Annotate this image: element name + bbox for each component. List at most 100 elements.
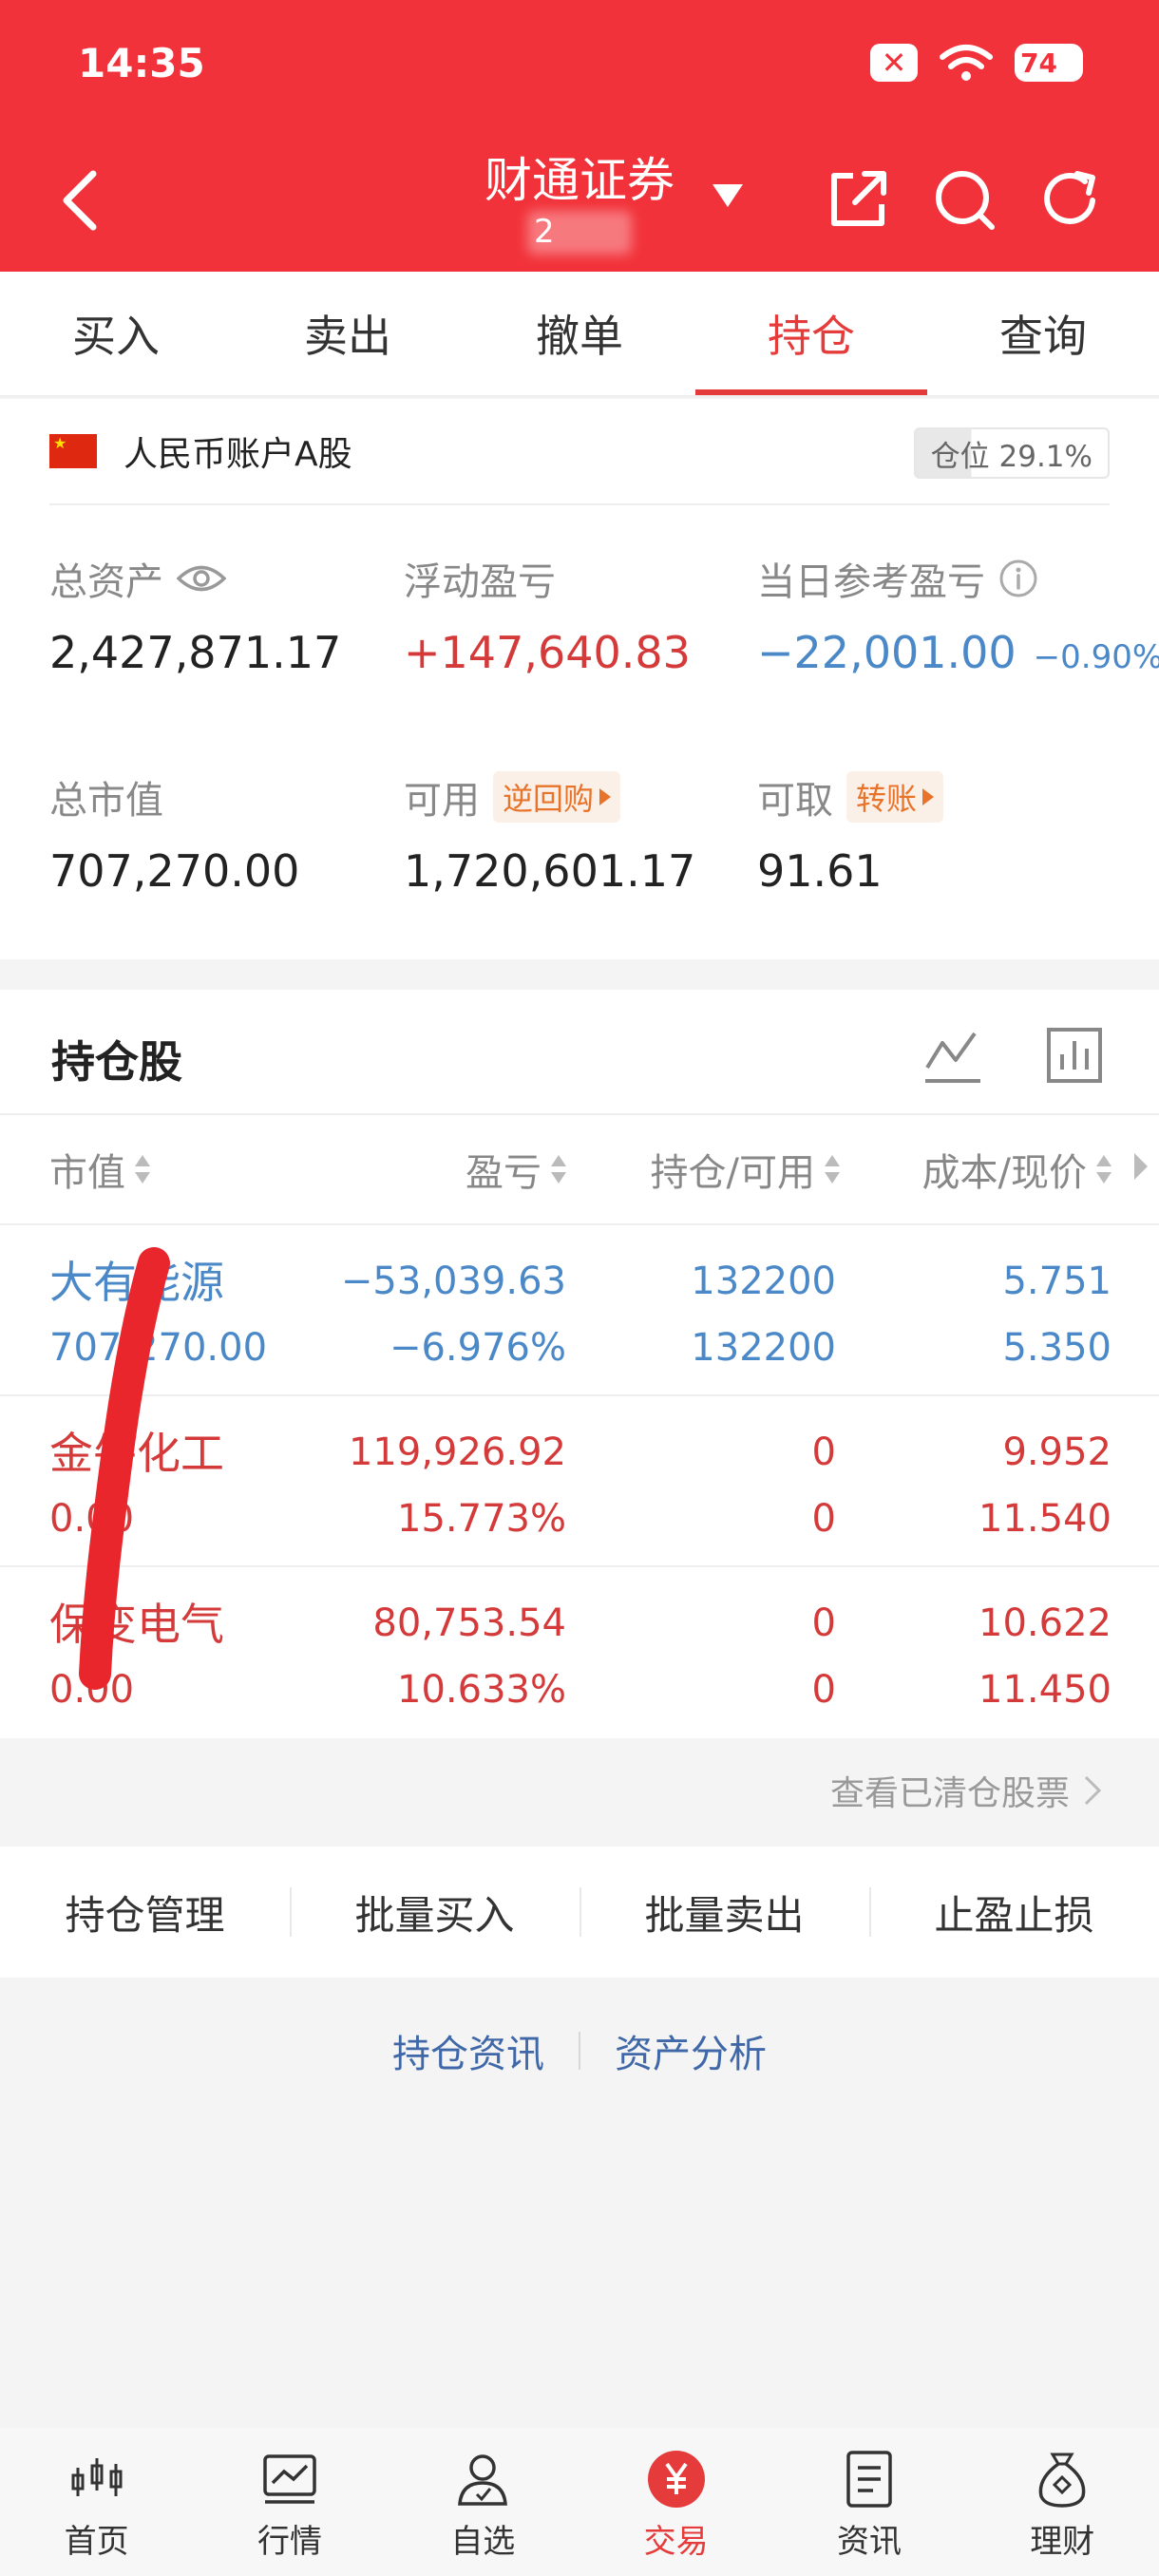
money-bag-icon (1038, 2453, 1086, 2508)
sort-market-value[interactable]: 市值 (49, 1142, 152, 1197)
stock-position: 132200 (691, 1260, 836, 1303)
stock-pl-pct: 15.773% (397, 1497, 566, 1541)
nav-news-label: 资讯 (836, 2523, 902, 2561)
sort-icon (549, 1153, 568, 1185)
nav-home-label: 首页 (64, 2523, 129, 2561)
withdrawable-label: 可取 (757, 779, 833, 823)
stock-name: 大有能源 (49, 1257, 224, 1308)
batch-sell-button[interactable]: 批量卖出 (580, 1884, 869, 1941)
position-manage-button[interactable]: 持仓管理 (0, 1884, 290, 1941)
app-title: 财通证券 (484, 153, 674, 208)
stock-price: 5.350 (1002, 1326, 1112, 1370)
view-cleared-stocks-link[interactable]: 查看已清仓股票 (0, 1738, 1159, 1843)
status-icons: ✕ 74 (870, 42, 1083, 84)
tab-sell[interactable]: 卖出 (232, 272, 464, 395)
floating-pl-value: +147,640.83 (404, 627, 691, 678)
nav-news[interactable]: 资讯 (772, 2428, 965, 2576)
market-chart-icon (263, 2454, 316, 2504)
reverse-repo-label: 逆回购 (503, 781, 595, 817)
play-arrow-icon (922, 788, 935, 805)
nav-home[interactable]: 首页 (0, 2428, 193, 2576)
holdings-panel: 持仓股 市值 盈亏 持仓/可用 成本/现价 大有能源 707,270.00 −5… (0, 990, 1159, 1738)
daily-pl-label: 当日参考盈亏 (757, 560, 985, 604)
col-pl: 盈亏 (466, 1151, 542, 1195)
nav-market[interactable]: 行情 (193, 2428, 386, 2576)
nav-trade[interactable]: 交易 (580, 2428, 772, 2576)
status-time: 14:35 (78, 40, 205, 86)
account-number: 2 (534, 213, 555, 251)
take-profit-stop-loss-button[interactable]: 止盈止损 (869, 1884, 1159, 1941)
bar-chart-icon[interactable] (1041, 1022, 1108, 1089)
refresh-icon[interactable] (1037, 166, 1104, 233)
col-position: 持仓/可用 (650, 1151, 815, 1195)
news-icon (846, 2451, 892, 2508)
nav-watchlist-label: 自选 (450, 2523, 516, 2561)
reverse-repo-button[interactable]: 逆回购 (493, 771, 621, 823)
nav-wealth-label: 理财 (1030, 2523, 1095, 2561)
market-value-label: 总市值 (49, 779, 163, 823)
table-row[interactable]: 金牛化工 0.00 119,926.92 15.773% 0 0 9.952 1… (0, 1398, 1159, 1567)
wifi-icon (939, 42, 994, 84)
nav-watchlist[interactable]: 自选 (387, 2428, 580, 2576)
stock-market-value: 0.00 (49, 1497, 135, 1541)
holding-actions: 持仓管理 批量买入 批量卖出 止盈止损 (0, 1847, 1159, 1978)
asset-analysis-link[interactable]: 资产分析 (615, 2023, 767, 2078)
sort-cost-price[interactable]: 成本/现价 (922, 1142, 1113, 1197)
stock-market-value: 707,270.00 (49, 1326, 268, 1370)
back-arrow-icon[interactable] (53, 166, 110, 235)
stock-available: 0 (811, 1497, 836, 1541)
withdrawable-funds: 可取 转账 91.61 (757, 769, 944, 897)
floating-pl: 浮动盈亏 +147,640.83 (404, 551, 691, 678)
scroll-right-icon[interactable] (1134, 1153, 1148, 1180)
sort-pl[interactable]: 盈亏 (466, 1142, 568, 1197)
stock-pl: 80,753.54 (372, 1601, 566, 1645)
nav-wealth[interactable]: 理财 (966, 2428, 1159, 2576)
position-ratio-badge: 仓位 29.1% (913, 427, 1110, 479)
candlestick-icon (71, 2458, 123, 2496)
available-value: 1,720,601.17 (404, 845, 696, 897)
batch-buy-button[interactable]: 批量买入 (290, 1884, 580, 1941)
total-assets-value: 2,427,871.17 (49, 627, 342, 678)
account-summary: ★ 人民币账户A股 仓位 29.1% 总资产 2,427,871.17 浮动盈亏… (0, 399, 1159, 959)
tab-query[interactable]: 查询 (927, 272, 1159, 395)
stock-position: 0 (811, 1601, 836, 1645)
battery-icon: 74 (1015, 44, 1083, 82)
china-flag-icon: ★ (49, 434, 97, 468)
nav-market-label: 行情 (256, 2523, 322, 2561)
eye-icon[interactable] (177, 562, 226, 595)
sort-position[interactable]: 持仓/可用 (651, 1142, 842, 1197)
stock-position: 0 (811, 1430, 836, 1474)
tab-holdings[interactable]: 持仓 (695, 272, 927, 395)
stock-available: 0 (811, 1668, 836, 1712)
share-icon[interactable] (825, 166, 891, 233)
nav-trade-label: 交易 (643, 2523, 709, 2561)
search-icon[interactable] (931, 166, 998, 233)
table-row[interactable]: 保变电气 0.00 80,753.54 10.633% 0 0 10.622 1… (0, 1569, 1159, 1738)
holding-news-link[interactable]: 持仓资讯 (392, 2023, 544, 2078)
info-icon[interactable] (998, 559, 1038, 598)
col-cost-price: 成本/现价 (922, 1151, 1087, 1195)
notification-x-icon: ✕ (870, 44, 918, 82)
cleared-link-label: 查看已清仓股票 (829, 1774, 1070, 1813)
market-value: 总市值 707,270.00 (49, 769, 299, 897)
stock-price: 11.540 (978, 1497, 1112, 1541)
stock-cost: 5.751 (1002, 1260, 1112, 1303)
stock-available: 132200 (691, 1326, 836, 1370)
stock-cost: 10.622 (978, 1601, 1112, 1645)
bottom-nav: 首页 行情 自选 交易 资讯 理财 (0, 2428, 1159, 2576)
sort-icon (823, 1153, 842, 1185)
daily-pl-value: −22,001.00 (757, 627, 1016, 678)
table-row[interactable]: 大有能源 707,270.00 −53,039.63 −6.976% 13220… (0, 1227, 1159, 1396)
floating-pl-label: 浮动盈亏 (404, 560, 556, 604)
daily-pl-pct: −0.90% (1033, 638, 1159, 676)
tab-buy[interactable]: 买入 (0, 272, 232, 395)
total-assets-label: 总资产 (49, 560, 163, 604)
transfer-button[interactable]: 转账 (846, 771, 944, 823)
chevron-right-icon (1084, 1775, 1102, 1806)
tab-cancel[interactable]: 撤单 (464, 272, 695, 395)
account-switcher[interactable]: 财通证券 2 (380, 142, 779, 255)
line-chart-icon[interactable] (920, 1022, 986, 1089)
account-name: 人民币账户A股 (124, 435, 352, 474)
stock-name: 保变电气 (49, 1599, 224, 1650)
bottom-links: 持仓资讯 资产分析 (0, 2023, 1159, 2078)
